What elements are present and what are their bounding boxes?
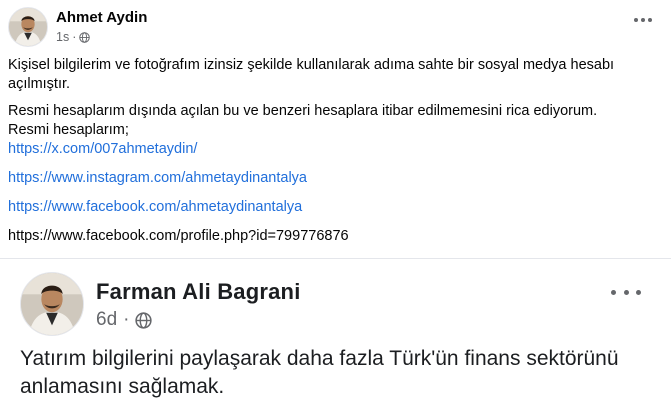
- post-paragraph: Resmi hesaplarım;: [8, 122, 129, 138]
- author-avatar[interactable]: [8, 7, 48, 47]
- more-horizontal-icon[interactable]: [631, 12, 655, 28]
- avatar-photo: [9, 8, 47, 46]
- fake-post-timestamp: 6d: [96, 309, 118, 330]
- globe-icon[interactable]: [79, 31, 91, 43]
- link-facebook[interactable]: https://www.facebook.com/ahmetaydinantal…: [8, 198, 659, 217]
- link-instagram[interactable]: https://www.instagram.com/ahmetaydinanta…: [8, 169, 659, 188]
- meta-separator: ·: [72, 30, 77, 44]
- post-original: Ahmet Aydin 1s · Kişisel bilgilerim ve f…: [0, 0, 671, 258]
- meta-separator: ·: [123, 309, 130, 330]
- fake-post-meta: 6d ·: [96, 309, 153, 331]
- link-facebook-profile[interactable]: https://www.facebook.com/profile.php?id=…: [8, 227, 659, 246]
- post-timestamp[interactable]: 1s: [56, 30, 69, 44]
- author-name[interactable]: Ahmet Aydin: [56, 9, 147, 26]
- post-paragraph: Kişisel bilgilerim ve fotoğrafım izinsiz…: [8, 57, 615, 92]
- fake-author-name: Farman Ali Bagrani: [96, 279, 301, 304]
- more-horizontal-icon: [611, 287, 641, 297]
- embedded-fake-post: Farman Ali Bagrani 6d · Yatırım bilgiler…: [0, 259, 671, 410]
- post-paragraph: Resmi hesaplarım dışında açılan bu ve be…: [8, 103, 598, 119]
- post-body: Kişisel bilgilerim ve fotoğrafım izinsiz…: [8, 56, 659, 246]
- globe-icon: [135, 311, 153, 329]
- link-x[interactable]: https://x.com/007ahmetaydin/: [8, 140, 659, 159]
- post-meta: 1s ·: [56, 30, 91, 44]
- avatar-photo: [21, 273, 83, 335]
- fake-author-avatar: [20, 272, 84, 336]
- fake-post-text: Yatırım bilgilerini paylaşarak daha fazl…: [20, 347, 619, 398]
